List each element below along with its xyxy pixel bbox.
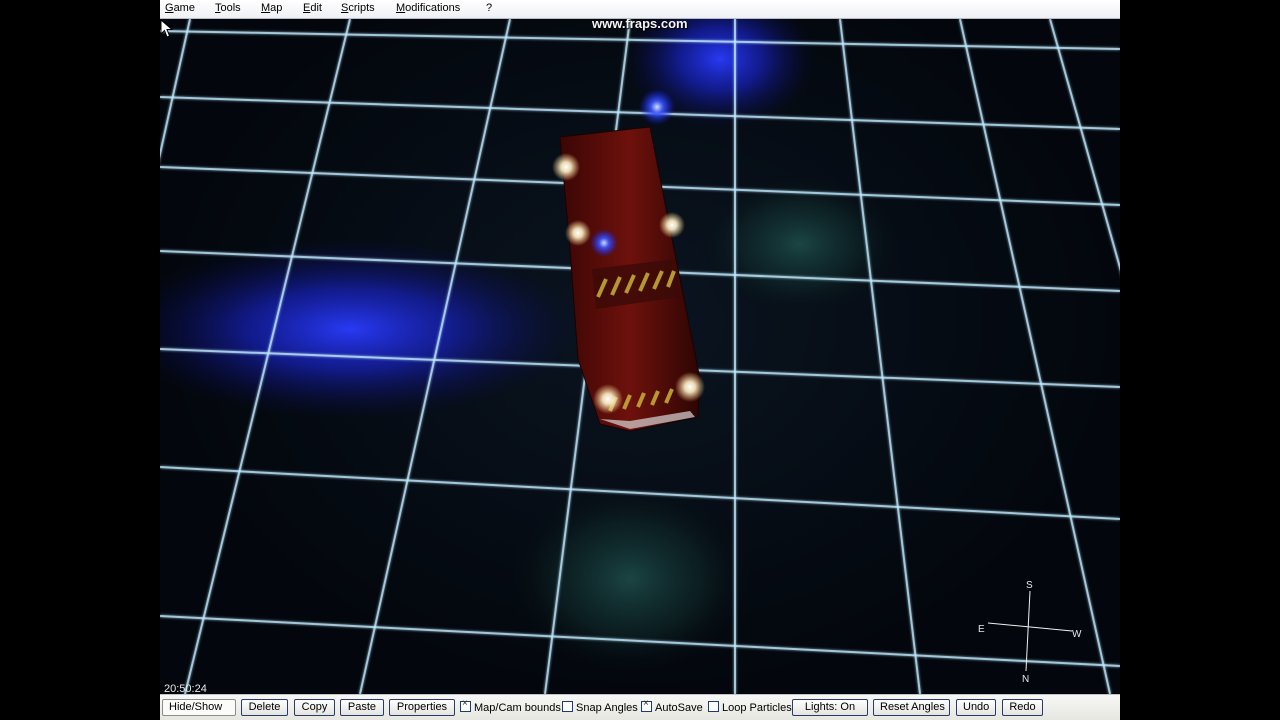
lamp-rear-left [552,153,580,181]
autosave-checkbox[interactable]: AutoSave [641,698,703,715]
properties-button[interactable]: Properties [389,699,455,716]
menu-tools[interactable]: Tools [215,2,241,14]
lamp-side-right [659,212,685,238]
redo-button[interactable]: Redo [1002,699,1043,716]
bottom-toolbar: Hide/Show Delete Copy Paste Properties M… [160,694,1120,720]
autosave-box[interactable] [641,698,652,712]
loop-particles-box[interactable] [708,701,719,712]
paste-button[interactable]: Paste [340,699,384,716]
fraps-watermark: www.fraps.com [592,19,688,31]
menu-edit[interactable]: Edit [303,2,322,14]
menu-bar: Game Tools Map Edit Scripts Modification… [160,0,1120,19]
snap-angles-box[interactable] [562,701,573,712]
compass-south-label: S [1026,580,1033,591]
editor-window: Game Tools Map Edit Scripts Modification… [160,0,1120,720]
snap-angles-checkbox[interactable]: Snap Angles [562,701,638,715]
menu-modifications[interactable]: Modifications [396,2,460,14]
map-cam-bounds-checkbox[interactable]: Map/Cam bounds [460,698,561,715]
map-cam-bounds-box[interactable] [460,698,471,712]
lamp-side-left [565,220,591,246]
beacon-front-top [639,89,675,125]
delete-button[interactable]: Delete [241,699,288,716]
beacon-center [590,229,618,257]
snap-angles-label: Snap Angles [576,702,638,714]
menu-game[interactable]: Game [165,2,195,14]
compass-east-label: E [978,624,985,635]
compass-west-label: W [1072,629,1082,640]
headlight-left [593,384,623,414]
mouse-cursor-icon [160,19,174,38]
fire-truck-vehicle[interactable] [552,89,705,432]
map-cam-bounds-label: Map/Cam bounds [474,702,561,714]
undo-button[interactable]: Undo [956,699,996,716]
menu-scripts[interactable]: Scripts [341,2,375,14]
copy-button[interactable]: Copy [294,699,335,716]
menu-map[interactable]: Map [261,2,282,14]
clock-readout: 20:50:24 [164,683,207,694]
autosave-label: AutoSave [655,702,703,714]
scene-render [160,19,1120,694]
hide-show-button[interactable]: Hide/Show [162,699,236,716]
headlight-right [675,372,705,402]
lights-toggle-button[interactable]: Lights: On [792,699,868,716]
loop-particles-label: Loop Particles [722,702,792,714]
compass-north-label: N [1022,674,1030,685]
loop-particles-checkbox[interactable]: Loop Particles [708,701,792,715]
3d-viewport[interactable]: www.fraps.com 20:50:24 S E W N [160,19,1120,694]
menu-help[interactable]: ? [486,2,492,14]
reset-angles-button[interactable]: Reset Angles [873,699,950,716]
